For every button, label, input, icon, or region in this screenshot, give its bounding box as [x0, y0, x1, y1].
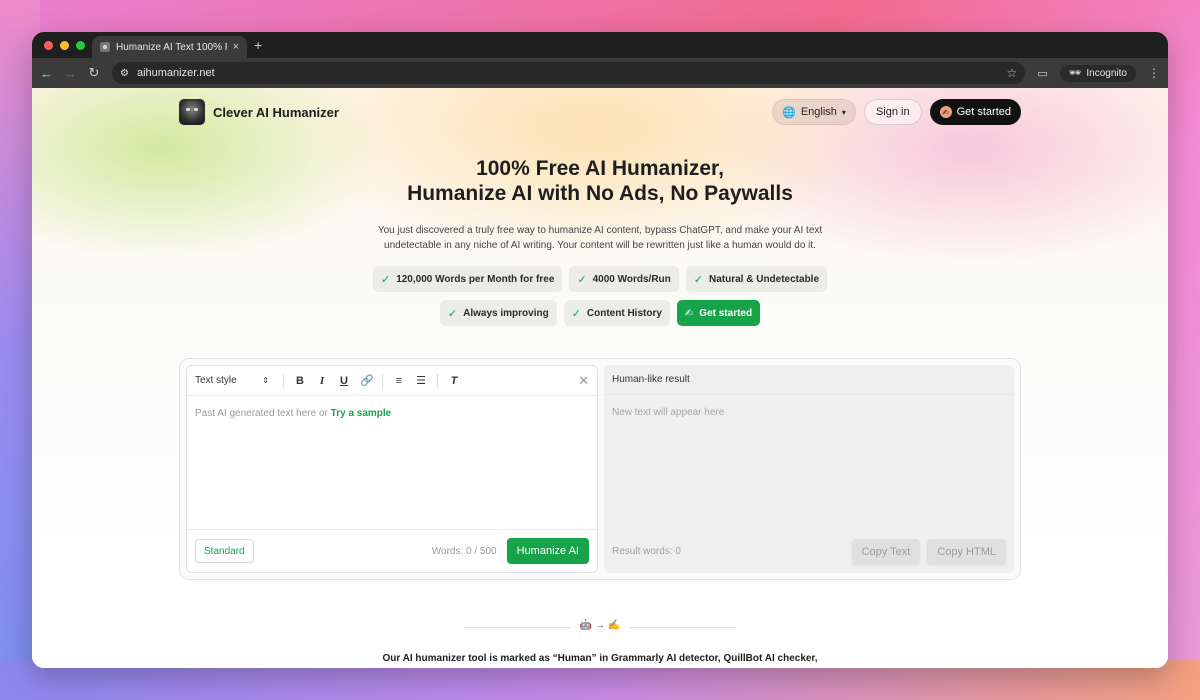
input-footer: Standard Words: 0 / 500 Humanize AI — [187, 529, 597, 572]
chevron-down-icon: ▾ — [841, 107, 846, 117]
title-line-1: 100% Free AI Humanizer, — [476, 157, 724, 180]
subtitle-line-1: You just discovered a truly free way to … — [377, 225, 823, 236]
clear-format-icon[interactable]: T — [448, 375, 460, 387]
url-text: aihumanizer.net — [136, 67, 215, 79]
sign-in-button[interactable]: Sign in — [863, 99, 922, 125]
clear-input-icon[interactable]: ✕ — [578, 373, 589, 389]
tab-close-icon[interactable]: × — [233, 41, 239, 53]
incognito-indicator[interactable]: 🕶 Incognito — [1059, 64, 1136, 82]
page-subtitle: You just discovered a truly free way to … — [350, 223, 850, 253]
writing-hand-icon: ✍ — [684, 307, 694, 319]
bullet-list-icon[interactable]: ☰ — [415, 374, 427, 387]
check-icon: ✓ — [571, 307, 581, 320]
updown-chevron-icon: ⇕ — [262, 376, 269, 385]
cast-icon[interactable]: ▭ — [1037, 67, 1047, 80]
section-statement: Our AI humanizer tool is marked as “Huma… — [382, 653, 818, 664]
robot-to-writing-emoji: 🤖 → ✍️ — [579, 620, 621, 631]
result-placeholder: New text will appear here — [612, 407, 725, 418]
writing-hand-icon: ✍ — [939, 106, 952, 118]
italic-icon[interactable]: I — [316, 375, 328, 387]
close-window-button[interactable] — [44, 41, 53, 50]
browser-toolbar: ← → ↻ ⚙ aihumanizer.net ☆ ▭ 🕶 Incognito … — [32, 58, 1168, 88]
minimize-window-button[interactable] — [60, 41, 69, 50]
address-bar[interactable]: ⚙ aihumanizer.net ☆ — [112, 62, 1026, 84]
toolbar-divider — [437, 373, 438, 388]
humanize-button[interactable]: Humanize AI — [506, 538, 589, 564]
new-tab-icon[interactable]: + — [254, 37, 262, 53]
word-count: Words: 0 / 500 — [431, 545, 497, 557]
feature-label: 120,000 Words per Month for free — [396, 273, 555, 285]
header-actions: 🌐 English ▾ Sign in ✍ Get started — [772, 99, 1021, 125]
editor-toolbar: Text style ⇕ B I U 🔗 ≡ ☰ T ✕ — [187, 366, 597, 396]
feature-pill: ✓ Always improving — [439, 300, 557, 326]
reload-icon[interactable]: ↻ — [88, 65, 100, 81]
feature-pill: ✓ Content History — [563, 300, 670, 326]
toolbar-divider — [283, 373, 284, 388]
window-controls — [44, 41, 85, 50]
browser-window: ☻ Humanize AI Text 100% FREE × + ← → ↻ ⚙… — [32, 32, 1168, 668]
feature-label: 4000 Words/Run — [592, 273, 671, 285]
feature-label: Natural & Undetectable — [709, 273, 820, 285]
result-header: Human-like result — [604, 365, 1014, 395]
tab-title: Humanize AI Text 100% FREE — [116, 41, 227, 53]
text-style-label: Text style — [195, 375, 237, 386]
language-label: English — [800, 106, 837, 118]
tab-favicon-icon: ☻ — [100, 42, 110, 52]
feature-pill: ✓ 120,000 Words per Month for free — [372, 266, 563, 292]
input-pane: Text style ⇕ B I U 🔗 ≡ ☰ T ✕ Past AI gen… — [186, 365, 598, 573]
copy-html-button[interactable]: Copy HTML — [927, 538, 1006, 565]
check-icon: ✓ — [447, 307, 458, 320]
site-info-icon[interactable]: ⚙ — [120, 68, 129, 79]
site-header: Clever AI Humanizer 🌐 English ▾ Sign in … — [179, 98, 1021, 126]
logo-image[interactable] — [179, 99, 205, 125]
brand-name[interactable]: Clever AI Humanizer — [213, 105, 339, 120]
result-footer: Result words: 0 Copy Text Copy HTML — [604, 530, 1014, 573]
get-started-button[interactable]: ✍ Get started — [929, 99, 1021, 125]
forward-icon[interactable]: → — [64, 66, 77, 81]
check-icon: ✓ — [380, 273, 391, 286]
text-style-select[interactable]: Text style ⇕ — [195, 375, 273, 386]
result-pane: Human-like result New text will appear h… — [604, 365, 1014, 573]
tab-bar: ☻ Humanize AI Text 100% FREE × + — [32, 32, 1168, 58]
language-selector[interactable]: 🌐 English ▾ — [772, 99, 856, 125]
cta-label: Get started — [699, 307, 753, 319]
input-textarea[interactable]: Past AI generated text here or Try a sam… — [195, 408, 391, 419]
underline-icon[interactable]: U — [338, 375, 350, 387]
browser-tab[interactable]: ☻ Humanize AI Text 100% FREE × — [92, 36, 247, 58]
copy-text-button[interactable]: Copy Text — [851, 538, 921, 565]
menu-kebab-icon[interactable]: ⋮ — [1148, 66, 1160, 80]
link-icon[interactable]: 🔗 — [360, 374, 374, 387]
back-icon[interactable]: ← — [40, 66, 53, 81]
ordered-list-icon[interactable]: ≡ — [393, 375, 405, 387]
try-sample-link[interactable]: Try a sample — [331, 408, 392, 419]
bookmark-star-icon[interactable]: ☆ — [1007, 66, 1018, 80]
web-page: Clever AI Humanizer 🌐 English ▾ Sign in … — [32, 88, 1168, 668]
bold-icon[interactable]: B — [294, 375, 306, 387]
incognito-label: Incognito — [1086, 67, 1127, 79]
check-icon: ✓ — [693, 273, 703, 286]
check-icon: ✓ — [577, 273, 587, 286]
result-word-count: Result words: 0 — [612, 546, 681, 557]
feature-pill: ✓ Natural & Undetectable — [685, 266, 828, 292]
feature-pills: ✓ 120,000 Words per Month for free ✓ 4000 … — [32, 266, 1168, 334]
maximize-window-button[interactable] — [76, 41, 85, 50]
subtitle-line-2: undetectable in any niche of AI writing.… — [384, 240, 816, 251]
input-placeholder: Past AI generated text here or — [195, 408, 328, 419]
toolbar-divider — [382, 373, 383, 388]
incognito-icon: 🕶 — [1068, 67, 1082, 79]
feature-label: Content History — [586, 307, 662, 319]
title-line-2: Humanize AI with No Ads, No Paywalls — [407, 182, 793, 205]
humanizer-tool: Text style ⇕ B I U 🔗 ≡ ☰ T ✕ Past AI gen… — [179, 358, 1021, 580]
mode-standard-button[interactable]: Standard — [195, 539, 254, 563]
globe-icon: 🌐 — [782, 106, 796, 119]
get-started-cta-button[interactable]: ✍ Get started — [676, 300, 761, 326]
page-title: 100% Free AI Humanizer, Humanize AI with… — [32, 156, 1168, 206]
feature-pill: ✓ 4000 Words/Run — [569, 266, 679, 292]
get-started-label: Get started — [956, 106, 1011, 118]
feature-label: Always improving — [463, 307, 549, 319]
